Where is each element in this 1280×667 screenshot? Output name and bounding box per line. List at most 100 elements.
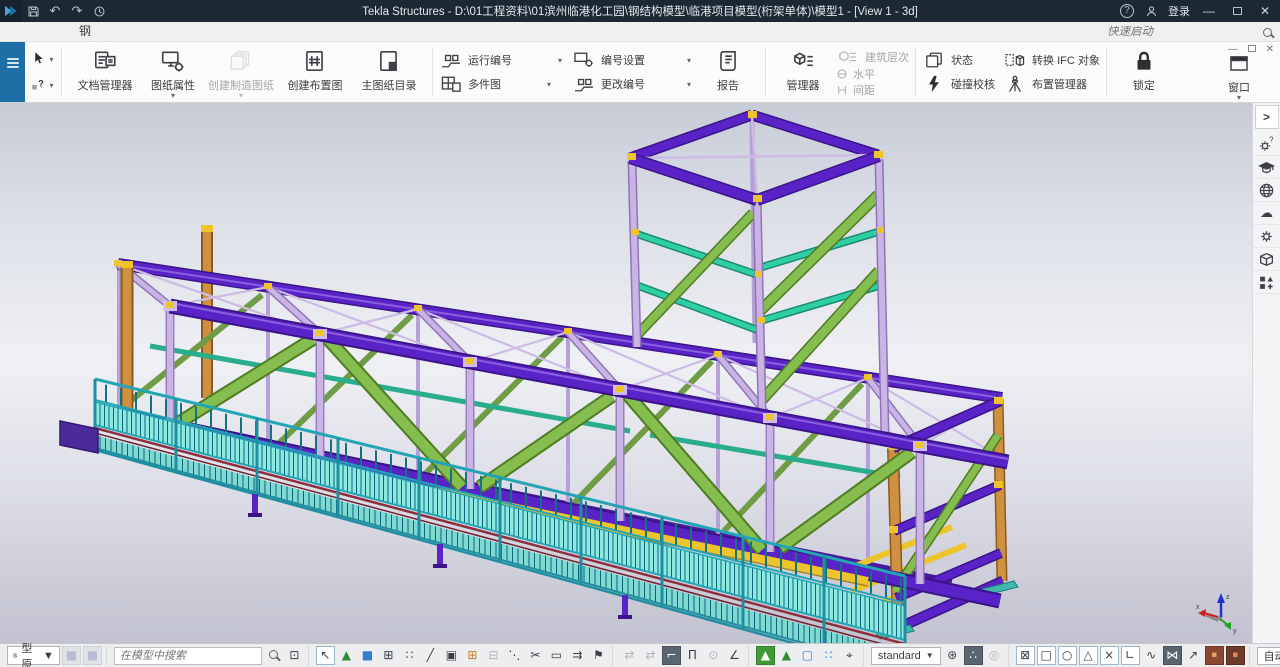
- ribbon-minimize-button[interactable]: —: [1228, 44, 1238, 55]
- select-grid-lines-button[interactable]: ⊟: [484, 646, 503, 665]
- ribbon-restore-button[interactable]: [1248, 44, 1256, 55]
- snap-plane-button-1[interactable]: ▪: [1205, 646, 1224, 665]
- svg-text:x: x: [1196, 604, 1200, 611]
- phase-dropdown[interactable]: standard▼: [871, 647, 941, 665]
- select-views-button[interactable]: ▭: [547, 646, 566, 665]
- visibility-tool-button[interactable]: ⊙: [704, 646, 723, 665]
- applications-components-icon[interactable]: [1253, 271, 1280, 294]
- snap-intersections-button[interactable]: ×: [1100, 646, 1119, 665]
- select-points-button[interactable]: ∷: [400, 646, 419, 665]
- select-components-button[interactable]: ⊞: [379, 646, 398, 665]
- toolbar-button-disabled-1[interactable]: ■: [62, 646, 81, 665]
- svg-text:?: ?: [1269, 136, 1274, 145]
- polygon-tool-button[interactable]: Π: [683, 646, 702, 665]
- tekla-structures-window: ↶ ↷ Tekla Structures - D:\01工程资料\01滨州临港化…: [0, 0, 1280, 667]
- select-welds-button[interactable]: ⋱: [505, 646, 524, 665]
- snap-settings-button[interactable]: ⊛: [943, 646, 962, 665]
- spacing-button[interactable]: 间距: [836, 82, 909, 98]
- history-button[interactable]: [88, 0, 110, 22]
- redo-button[interactable]: ↷: [66, 0, 88, 22]
- save-button[interactable]: [22, 0, 44, 22]
- ribbon-close-button[interactable]: ✕: [1266, 44, 1274, 55]
- tekla-online-icon[interactable]: [1253, 179, 1280, 202]
- snap-direction-button[interactable]: ↗: [1184, 646, 1203, 665]
- select-assemblies-button[interactable]: ⇄: [641, 646, 660, 665]
- restore-button[interactable]: [1224, 4, 1250, 18]
- angle-tool-button[interactable]: ∠: [725, 646, 744, 665]
- search-icon[interactable]: [1263, 28, 1272, 37]
- minimize-button[interactable]: —: [1196, 4, 1222, 18]
- multi-drawing-button[interactable]: 多件图▾: [439, 75, 562, 93]
- model-origin-dropdown[interactable]: 模型原点▼: [7, 646, 60, 665]
- model-cube-icon[interactable]: [1253, 248, 1280, 271]
- ortho-tool-button[interactable]: ⌐: [662, 646, 681, 665]
- zoom-selected-button[interactable]: ▢: [798, 646, 817, 665]
- user-icon[interactable]: [1140, 0, 1162, 22]
- select-fittings-button[interactable]: ⇉: [568, 646, 587, 665]
- cloud-icon[interactable]: ☁: [1253, 202, 1280, 225]
- menu-tab-steel[interactable]: 钢: [66, 22, 207, 39]
- convert-ifc-button[interactable]: 转换 IFC 对象: [1003, 51, 1100, 69]
- file-menu-strip[interactable]: [0, 42, 25, 102]
- login-button[interactable]: 登录: [1164, 3, 1194, 19]
- select-surfaces-button[interactable]: ▣: [442, 646, 461, 665]
- select-tool[interactable]: ↖: [316, 646, 335, 665]
- create-layout-drawing-button[interactable]: 创建布置图: [278, 44, 352, 100]
- status-button[interactable]: 状态: [922, 51, 995, 69]
- run-numbering-button[interactable]: 运行编号▾: [439, 51, 562, 69]
- search-window-button[interactable]: ⊡: [285, 646, 304, 665]
- level-button[interactable]: 水平: [836, 66, 909, 82]
- select-lines-button[interactable]: ╱: [421, 646, 440, 665]
- change-numbering-button[interactable]: 更改编号▾: [572, 75, 691, 93]
- snap-extensions-button[interactable]: ∟: [1121, 646, 1140, 665]
- render-components-button[interactable]: ▲: [777, 646, 796, 665]
- snap-perpendicular-button[interactable]: △: [1079, 646, 1098, 665]
- tekla-logo-icon[interactable]: [0, 0, 22, 22]
- close-button[interactable]: ✕: [1252, 4, 1278, 18]
- drawing-properties-button[interactable]: 图纸属性▾: [142, 44, 204, 100]
- render-parts-button[interactable]: ▲: [756, 646, 775, 665]
- model-search-input[interactable]: [114, 647, 262, 665]
- select-bolts-button[interactable]: ⚑: [589, 646, 608, 665]
- help-icon[interactable]: ?: [1116, 0, 1138, 22]
- snap-free-button[interactable]: ∿: [1142, 646, 1161, 665]
- select-cuts-button[interactable]: ✂: [526, 646, 545, 665]
- learning-icon[interactable]: [1253, 156, 1280, 179]
- master-drawing-catalog-button[interactable]: 主图纸目录: [352, 44, 426, 100]
- ribbon-group-drawings: 文档管理器 图纸属性▾ 创建制造图纸▾ 创建布置图 主图纸目录: [64, 42, 430, 102]
- select-objects-in-components-button[interactable]: ■: [358, 646, 377, 665]
- select-parts-button[interactable]: ▲: [337, 646, 356, 665]
- organizer-button[interactable]: 管理器: [772, 44, 834, 100]
- settings-gear-icon[interactable]: [1253, 225, 1280, 248]
- building-hierarchy-button[interactable]: 建筑层次: [836, 48, 909, 66]
- create-fabrication-drawings-button[interactable]: 创建制造图纸▾: [204, 44, 278, 100]
- zoom-tool-button[interactable]: ⌖: [840, 646, 859, 665]
- lock-button[interactable]: 锁定: [1113, 44, 1175, 100]
- snap-nearest-points-button[interactable]: ○: [1058, 646, 1077, 665]
- model-viewport-3d[interactable]: z x y > ? ☁: [0, 103, 1280, 643]
- snap-numeric-button[interactable]: ∴: [964, 646, 983, 665]
- quick-launch-input[interactable]: [1107, 26, 1257, 38]
- select-grids-button[interactable]: ⊞: [463, 646, 482, 665]
- search-model-button[interactable]: [264, 646, 283, 665]
- layout-manager-button[interactable]: 布置管理器: [1003, 75, 1100, 93]
- snap-reference-points-button[interactable]: ⊠: [1016, 646, 1035, 665]
- properties-gear-icon[interactable]: ?: [1253, 133, 1280, 156]
- select-objects-button[interactable]: ⇄: [620, 646, 639, 665]
- ribbon-group-manage: 管理器 建筑层次 水平 间距: [768, 42, 913, 102]
- inquire-tool[interactable]: ?▾: [30, 76, 53, 94]
- snap-auto-dropdown[interactable]: 自动▼: [1257, 647, 1280, 665]
- select-cursor-tool[interactable]: ▾: [30, 50, 53, 68]
- report-button[interactable]: 报告: [697, 44, 759, 100]
- snap-plane-button-2[interactable]: ▪: [1226, 646, 1245, 665]
- document-manager-button[interactable]: 文档管理器: [68, 44, 142, 100]
- snap-geometry-points-button[interactable]: □: [1037, 646, 1056, 665]
- numbering-settings-button[interactable]: 编号设置▾: [572, 51, 691, 69]
- undo-button[interactable]: ↶: [44, 0, 66, 22]
- snap-override-button[interactable]: ⋈: [1163, 646, 1182, 665]
- toolbar-button-disabled-2[interactable]: ■: [83, 646, 102, 665]
- show-points-button[interactable]: ∷: [819, 646, 838, 665]
- snap-depth-button[interactable]: ◎: [985, 646, 1004, 665]
- clash-check-button[interactable]: 碰撞校核: [922, 75, 995, 93]
- collapse-chevron-icon[interactable]: >: [1255, 105, 1279, 129]
